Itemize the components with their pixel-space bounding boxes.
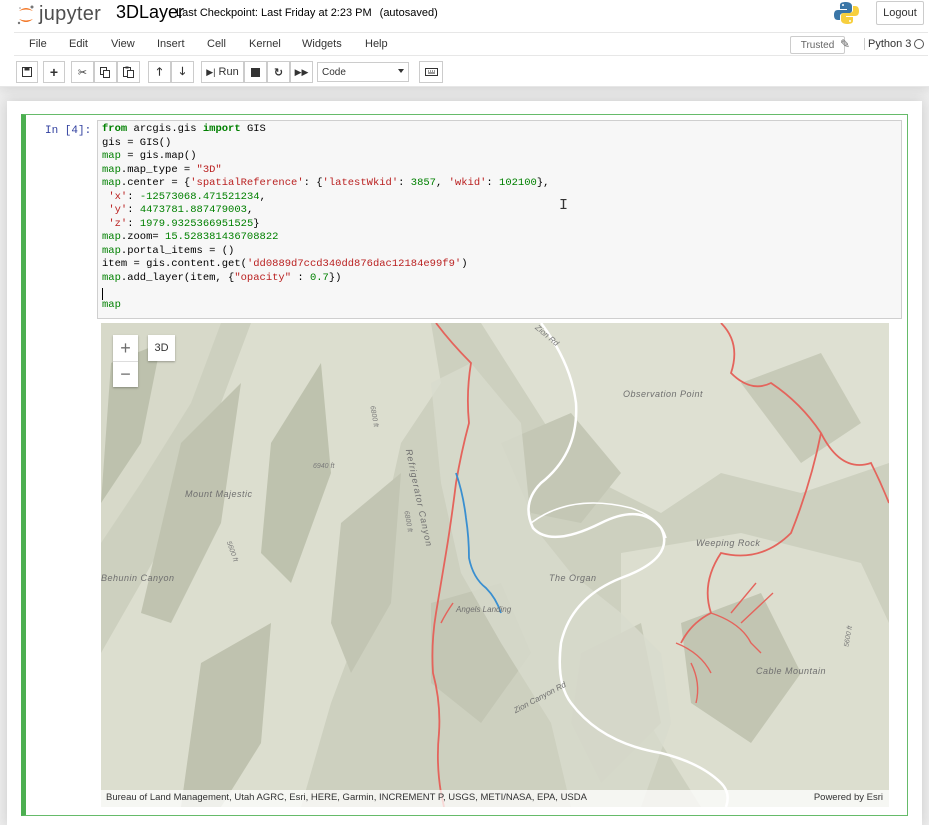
save-button[interactable] — [16, 61, 38, 83]
jupyter-logo[interactable]: jupyter — [16, 0, 101, 28]
scissors-icon: ✂ — [77, 66, 88, 79]
restart-run-all-button[interactable]: ▶▶ — [290, 61, 313, 83]
keyboard-icon — [424, 68, 438, 76]
map-canvas[interactable] — [101, 323, 889, 807]
refresh-icon: ↻ — [273, 66, 284, 79]
pencil-icon[interactable]: ✎ — [840, 37, 850, 51]
insert-cell-button[interactable]: + — [43, 61, 65, 83]
zoom-in-button[interactable]: + — [113, 335, 138, 361]
notebook-header: jupyter 3DLayer Last Checkpoint: Last Fr… — [0, 0, 929, 87]
menu-kernel[interactable]: Kernel — [249, 38, 281, 50]
cut-button[interactable]: ✂ — [71, 61, 94, 83]
map-label-elevation-6940: 6940 ft — [313, 463, 335, 470]
cell-prompt: In [4]: — [45, 125, 92, 137]
restart-button[interactable]: ↻ — [267, 61, 290, 83]
kernel-name: Python 3 — [864, 38, 911, 50]
map-label-mount-majestic: Mount Majestic — [185, 489, 253, 499]
run-button-label: Run — [218, 66, 239, 78]
step-forward-icon: ▶| — [206, 66, 216, 77]
python-logo-icon — [834, 1, 859, 25]
map-label-behunin-canyon: Behunin Canyon — [101, 573, 175, 583]
menu-cell[interactable]: Cell — [207, 38, 226, 50]
chevron-down-icon — [398, 69, 404, 73]
zoom-out-button[interactable]: − — [113, 361, 138, 387]
zoom-control: + − — [113, 335, 138, 387]
checkpoint-status: Last Checkpoint: Last Friday at 2:23 PM (… — [176, 7, 438, 19]
menu-edit[interactable]: Edit — [69, 38, 88, 50]
map-label-observation-point: Observation Point — [623, 389, 704, 399]
code-last-line: map — [102, 298, 121, 311]
arrow-down-icon: 🡓 — [179, 65, 186, 78]
plus-icon: + — [49, 64, 59, 80]
map-label-cable-mountain: Cable Mountain — [756, 666, 827, 676]
text-cursor — [102, 288, 103, 300]
run-button[interactable]: ▶| Run — [201, 61, 244, 83]
map-attribution-bar: Bureau of Land Management, Utah AGRC, Es… — [101, 790, 889, 807]
copy-icon — [100, 66, 110, 78]
autosave-status: (autosaved) — [379, 7, 438, 19]
3d-toggle-button[interactable]: 3D — [148, 335, 175, 361]
trusted-indicator[interactable]: Trusted — [790, 36, 845, 54]
code-content[interactable]: from arcgis.gis import GIS gis = GIS() m… — [102, 123, 549, 312]
interrupt-button[interactable] — [244, 61, 267, 83]
menu-widgets[interactable]: Widgets — [302, 38, 342, 50]
menubar: File Edit View Insert Cell Kernel Widget… — [14, 32, 928, 56]
map-label-weeping-rock: Weeping Rock — [696, 538, 761, 548]
map-widget[interactable]: Refrigerator Canyon Observation Point Mo… — [101, 323, 889, 807]
jupyter-orbit-icon — [16, 3, 36, 25]
map-label-angels-landing: Angels Landing — [456, 605, 512, 614]
menu-file[interactable]: File — [29, 38, 47, 50]
menu-view[interactable]: View — [111, 38, 135, 50]
notebook-title[interactable]: 3DLayer — [116, 2, 184, 23]
kernel-status-icon — [914, 39, 924, 49]
checkpoint-text: Last Checkpoint: Last Friday at 2:23 PM — [176, 7, 372, 19]
paste-icon — [123, 66, 134, 78]
arrow-up-icon: 🡑 — [156, 65, 163, 78]
map-label-the-organ: The Organ — [549, 573, 597, 583]
paste-button[interactable] — [117, 61, 140, 83]
ibeam-cursor-icon: I — [559, 197, 569, 214]
logout-button[interactable]: Logout — [876, 1, 924, 25]
copy-button[interactable] — [94, 61, 117, 83]
jupyter-logo-text: jupyter — [39, 2, 102, 25]
command-palette-button[interactable] — [419, 61, 443, 83]
move-up-button[interactable]: 🡑 — [148, 61, 171, 83]
fast-forward-icon: ▶▶ — [294, 66, 309, 77]
cell-type-value: Code — [322, 66, 346, 78]
move-down-button[interactable]: 🡓 — [171, 61, 194, 83]
menu-insert[interactable]: Insert — [157, 38, 185, 50]
save-icon — [22, 67, 32, 77]
map-attribution[interactable]: Bureau of Land Management, Utah AGRC, Es… — [106, 792, 587, 803]
menu-help[interactable]: Help — [365, 38, 388, 50]
powered-by-esri[interactable]: Powered by Esri — [814, 792, 883, 803]
toolbar: + ✂ 🡑 🡓 ▶| Run ↻ ▶▶ Code — [16, 61, 916, 83]
cell-type-select[interactable]: Code — [317, 62, 409, 82]
stop-icon — [251, 67, 260, 77]
